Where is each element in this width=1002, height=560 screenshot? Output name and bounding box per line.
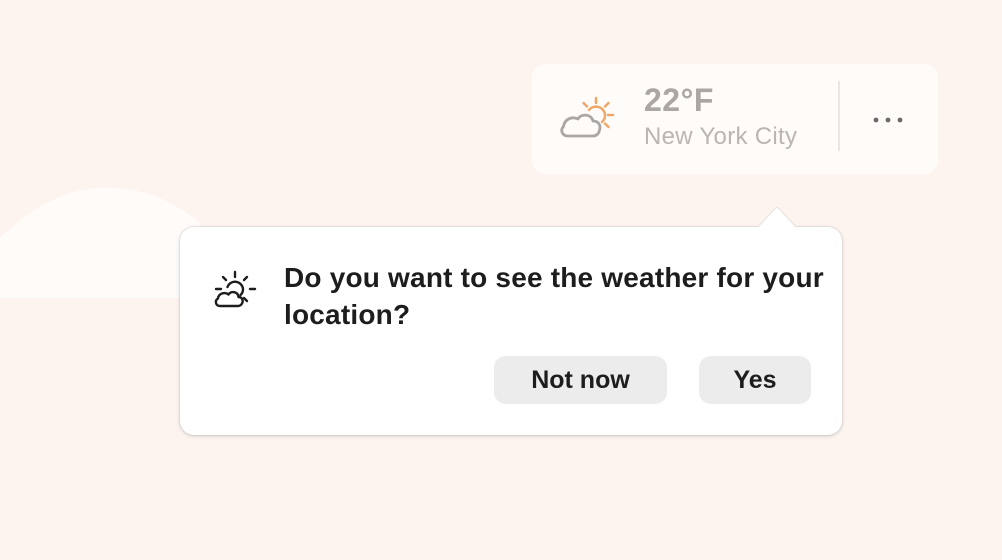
- divider: [838, 81, 840, 151]
- city-name: New York City: [644, 123, 798, 150]
- not-now-button[interactable]: Not now: [494, 356, 667, 404]
- location-permission-popover: Do you want to see the weather for your …: [180, 227, 842, 435]
- partly-cloudy-icon: [558, 94, 620, 144]
- more-options-button[interactable]: [868, 100, 908, 140]
- partly-sunny-icon: [213, 269, 259, 313]
- more-horizontal-icon: [873, 117, 903, 123]
- weather-widget[interactable]: 22°F New York City: [532, 64, 938, 174]
- popover-arrow: [757, 207, 797, 229]
- temperature: 22°F: [644, 82, 714, 118]
- location-question: Do you want to see the weather for your …: [284, 262, 824, 330]
- yes-button[interactable]: Yes: [699, 356, 811, 404]
